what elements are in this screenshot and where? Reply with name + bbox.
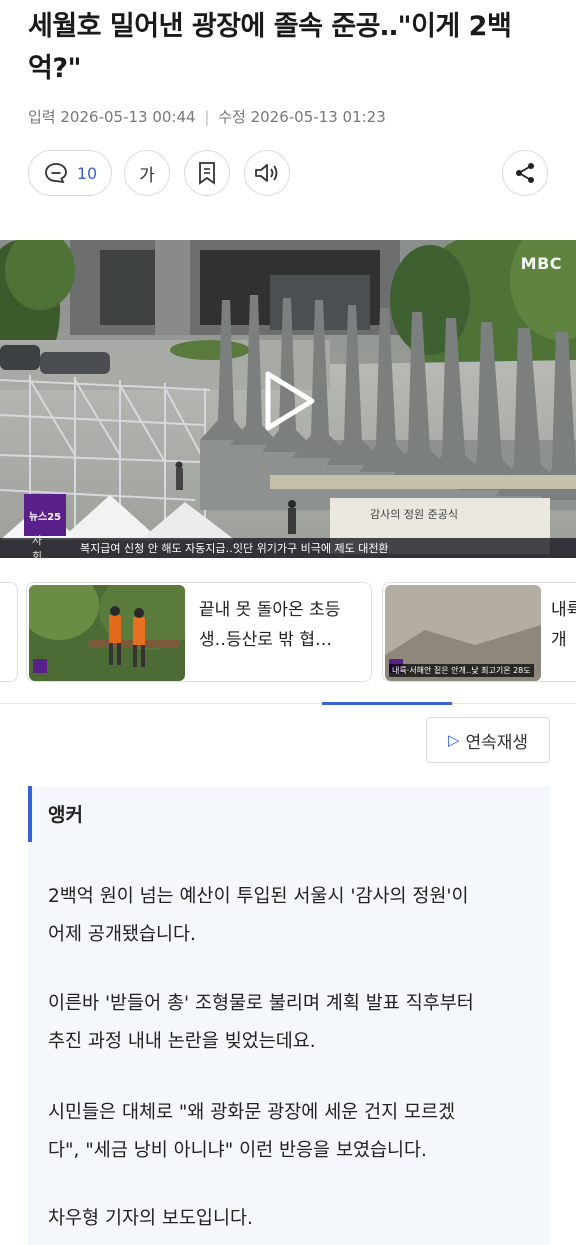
play-button[interactable] bbox=[262, 370, 316, 436]
broadcaster-logo: MBC bbox=[520, 254, 562, 273]
anchor-accent-bar bbox=[28, 786, 32, 842]
speaker-icon bbox=[253, 161, 281, 185]
body-line: 2백억 원이 넘는 예산이 투입된 서울시 '감사의 정원'이 bbox=[48, 886, 469, 907]
published-time: 2026-05-13 00:44 bbox=[60, 108, 196, 126]
body-paragraph: 시민들은 대체로 "왜 광화문 광장에 세운 건지 모르겠 다", "세금 낭비… bbox=[48, 1094, 534, 1170]
article-body: 앵커 2백억 원이 넘는 예산이 투입된 서울시 '감사의 정원'이 어제 공개… bbox=[28, 786, 550, 1245]
news-ticker: 사회 복지급여 신청 안 해도 자동지급‥잇단 위기가구 비극에 제도 대전환 bbox=[0, 534, 576, 558]
updated-label: 수정 bbox=[218, 108, 246, 126]
related-title: 끝내 못 돌아온 초등생‥등산로 밖 협… bbox=[199, 600, 341, 650]
related-caption: 내륙·서해안 짙은 안개‥낮 최고기온 28도 bbox=[389, 664, 534, 677]
published-label: 입력 bbox=[28, 108, 56, 126]
ticker-text: 복지급여 신청 안 해도 자동지급‥잇단 위기가구 비극에 제도 대전환 bbox=[80, 542, 389, 555]
related-title: 내륙 안개 bbox=[551, 600, 576, 650]
related-videos: 끝내 못 돌아온 초등생‥등산로 밖 협… 내륙·서해안 짙은 안개‥낮 최고기… bbox=[0, 582, 576, 684]
related-card[interactable]: 내륙·서해안 짙은 안개‥낮 최고기온 28도 내륙 안개 bbox=[382, 582, 576, 682]
bookmark-icon bbox=[196, 161, 218, 185]
carousel-indicator bbox=[322, 702, 452, 705]
body-line: 이른바 '받들어 총' 조형물로 불리며 계획 발표 직후부터 bbox=[48, 993, 474, 1014]
comment-icon bbox=[43, 161, 69, 185]
comment-button[interactable]: 10 bbox=[28, 150, 112, 196]
font-size-button[interactable]: 가 bbox=[124, 150, 170, 196]
related-card[interactable]: 끝내 못 돌아온 초등생‥등산로 밖 협… bbox=[26, 582, 372, 682]
text-to-speech-button[interactable] bbox=[244, 150, 290, 196]
autoplay-label: 연속재생 bbox=[465, 732, 529, 753]
video-player[interactable]: MBC 감사의 정원 준공식 뉴스25 사회 복지급여 신청 안 해도 자동지급… bbox=[0, 240, 576, 558]
body-line: 시민들은 대체로 "왜 광화문 광장에 세운 건지 모르겠 bbox=[48, 1102, 456, 1123]
updated-time: 2026-05-13 01:23 bbox=[250, 108, 386, 126]
article-headline: 세월호 밀어낸 광장에 졸속 준공‥"이게 2백억?" bbox=[28, 11, 512, 84]
body-paragraph: 이른바 '받들어 총' 조형물로 불리며 계획 발표 직후부터 추진 과정 내내… bbox=[48, 985, 534, 1061]
play-triangle-icon: ▷ bbox=[447, 731, 460, 749]
share-button[interactable] bbox=[502, 150, 548, 196]
anchor-label: 앵커 bbox=[48, 804, 83, 826]
news-program-badge: 뉴스25 bbox=[24, 494, 66, 536]
body-paragraph: 2백억 원이 넘는 예산이 투입된 서울시 '감사의 정원'이 어제 공개됐습니… bbox=[48, 878, 534, 954]
related-card-prev[interactable] bbox=[0, 582, 18, 682]
body-paragraph: 차우형 기자의 보도입니다. bbox=[48, 1200, 534, 1238]
play-icon bbox=[265, 371, 315, 431]
related-thumbnail bbox=[29, 585, 185, 681]
body-line: 차우형 기자의 보도입니다. bbox=[48, 1208, 253, 1229]
ticker-category: 사회 bbox=[32, 534, 43, 558]
article-meta: 입력 2026-05-13 00:44 | 수정 2026-05-13 01:2… bbox=[28, 108, 386, 126]
comment-count: 10 bbox=[76, 163, 98, 183]
body-line: 어제 공개됐습니다. bbox=[48, 924, 196, 945]
article-actions: 10 가 bbox=[28, 150, 550, 198]
body-line: 다", "세금 낭비 아니냐" 이런 반응을 보였습니다. bbox=[48, 1140, 427, 1161]
related-thumbnail: 내륙·서해안 짙은 안개‥낮 최고기온 28도 bbox=[385, 585, 541, 681]
autoplay-button[interactable]: ▷ 연속재생 bbox=[426, 717, 550, 763]
bookmark-button[interactable] bbox=[184, 150, 230, 196]
body-line: 추진 과정 내내 논란을 빚었는데요. bbox=[48, 1031, 316, 1052]
share-icon bbox=[513, 161, 537, 185]
carousel-track bbox=[0, 703, 576, 704]
